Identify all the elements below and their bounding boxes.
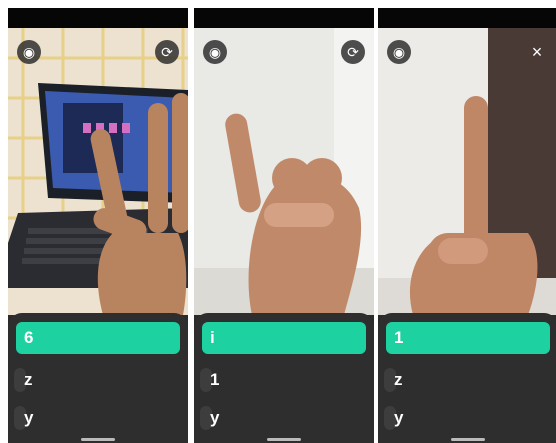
status-bar <box>8 8 188 28</box>
camera-mode-icon[interactable]: ◉ <box>17 40 41 64</box>
predictions-panel: 1 z y <box>378 313 556 443</box>
camera-mode-icon[interactable]: ◉ <box>203 40 227 64</box>
prediction-label: i <box>210 328 215 347</box>
status-bar <box>194 8 374 28</box>
camera-preview <box>378 28 556 315</box>
top-prediction[interactable]: 6 <box>16 322 180 354</box>
top-prediction[interactable]: i <box>202 322 366 354</box>
prediction-item[interactable]: y <box>384 403 544 433</box>
prediction-label: 1 <box>394 328 404 347</box>
close-icon[interactable]: × <box>525 40 549 64</box>
prediction-label: z <box>394 370 403 389</box>
prediction-item[interactable]: z <box>14 365 174 395</box>
camera-mode-icon[interactable]: ◉ <box>387 40 411 64</box>
phone-screen-1: ◉ ⟳ 6 z y <box>8 8 188 443</box>
prediction-item[interactable]: y <box>14 403 174 433</box>
prediction-label: 6 <box>24 328 34 347</box>
top-prediction[interactable]: 1 <box>386 322 550 354</box>
prediction-item[interactable]: 1 <box>200 365 360 395</box>
prediction-label: z <box>24 370 33 389</box>
prediction-label: y <box>24 408 34 427</box>
camera-preview <box>194 28 374 315</box>
status-bar <box>378 8 556 28</box>
prediction-item[interactable]: z <box>384 365 544 395</box>
phone-screen-3: ◉ × 1 z y <box>378 8 556 443</box>
predictions-panel: i 1 y <box>194 313 374 443</box>
prediction-item[interactable]: y <box>200 403 360 433</box>
home-indicator[interactable] <box>451 438 485 441</box>
switch-camera-icon[interactable]: ⟳ <box>341 40 365 64</box>
home-indicator[interactable] <box>81 438 115 441</box>
prediction-label: y <box>210 408 220 427</box>
prediction-label: 1 <box>210 370 220 389</box>
prediction-label: y <box>394 408 404 427</box>
phone-screen-2: ◉ ⟳ i 1 y <box>194 8 374 443</box>
home-indicator[interactable] <box>267 438 301 441</box>
camera-preview <box>8 28 188 315</box>
predictions-panel: 6 z y <box>8 313 188 443</box>
switch-camera-icon[interactable]: ⟳ <box>155 40 179 64</box>
